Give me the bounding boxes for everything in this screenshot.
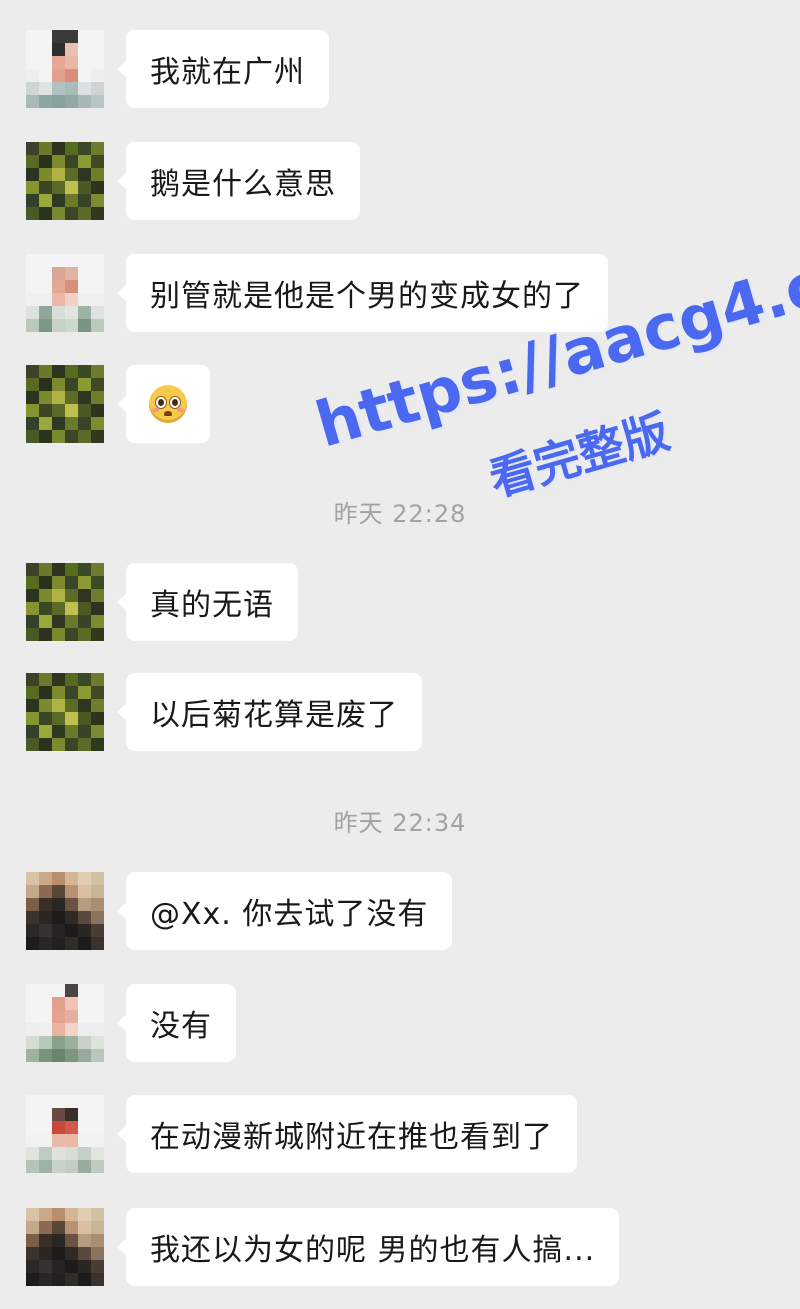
avatar[interactable] [26, 1208, 104, 1286]
timestamp: 昨天 22:28 [333, 500, 467, 528]
message-row: @Xx. 你去试了没有 [26, 872, 453, 950]
message-row: 真的无语 [26, 563, 298, 641]
message-bubble[interactable]: @Xx. 你去试了没有 [116, 872, 453, 950]
message-bubble[interactable]: 以后菊花算是废了 [117, 673, 422, 751]
message-row: 在动漫新城附近在推也看到了 [26, 1095, 577, 1173]
flushed-face-icon [149, 385, 187, 423]
avatar[interactable] [26, 254, 104, 332]
message-row [26, 365, 210, 443]
message-row: 别管就是他是个男的变成女的了 [26, 254, 608, 332]
message-bubble[interactable]: 没有 [117, 984, 236, 1062]
avatar[interactable] [26, 365, 104, 443]
avatar[interactable] [26, 1095, 104, 1173]
message-bubble[interactable]: 我就在广州 [117, 30, 329, 108]
message-bubble[interactable] [117, 365, 210, 443]
message-row: 我就在广州 [26, 30, 329, 108]
avatar[interactable] [26, 30, 104, 108]
avatar[interactable] [26, 872, 104, 950]
avatar[interactable] [26, 673, 104, 751]
message-bubble[interactable]: 我还以为女的呢 男的也有人搞... [116, 1208, 620, 1286]
message-bubble[interactable]: 在动漫新城附近在推也看到了 [117, 1095, 577, 1173]
message-bubble[interactable]: 鹅是什么意思 [117, 142, 360, 220]
avatar[interactable] [26, 142, 104, 220]
message-row: 没有 [26, 984, 236, 1062]
message-bubble[interactable]: 别管就是他是个男的变成女的了 [117, 254, 608, 332]
avatar[interactable] [26, 563, 104, 641]
message-row: 以后菊花算是废了 [26, 673, 422, 751]
message-row: 鹅是什么意思 [26, 142, 360, 220]
timestamp: 昨天 22:34 [333, 809, 467, 837]
message-bubble[interactable]: 真的无语 [117, 563, 298, 641]
avatar[interactable] [26, 984, 104, 1062]
watermark-caption: 看完整版 [483, 404, 676, 507]
message-row: 我还以为女的呢 男的也有人搞... [26, 1208, 620, 1286]
